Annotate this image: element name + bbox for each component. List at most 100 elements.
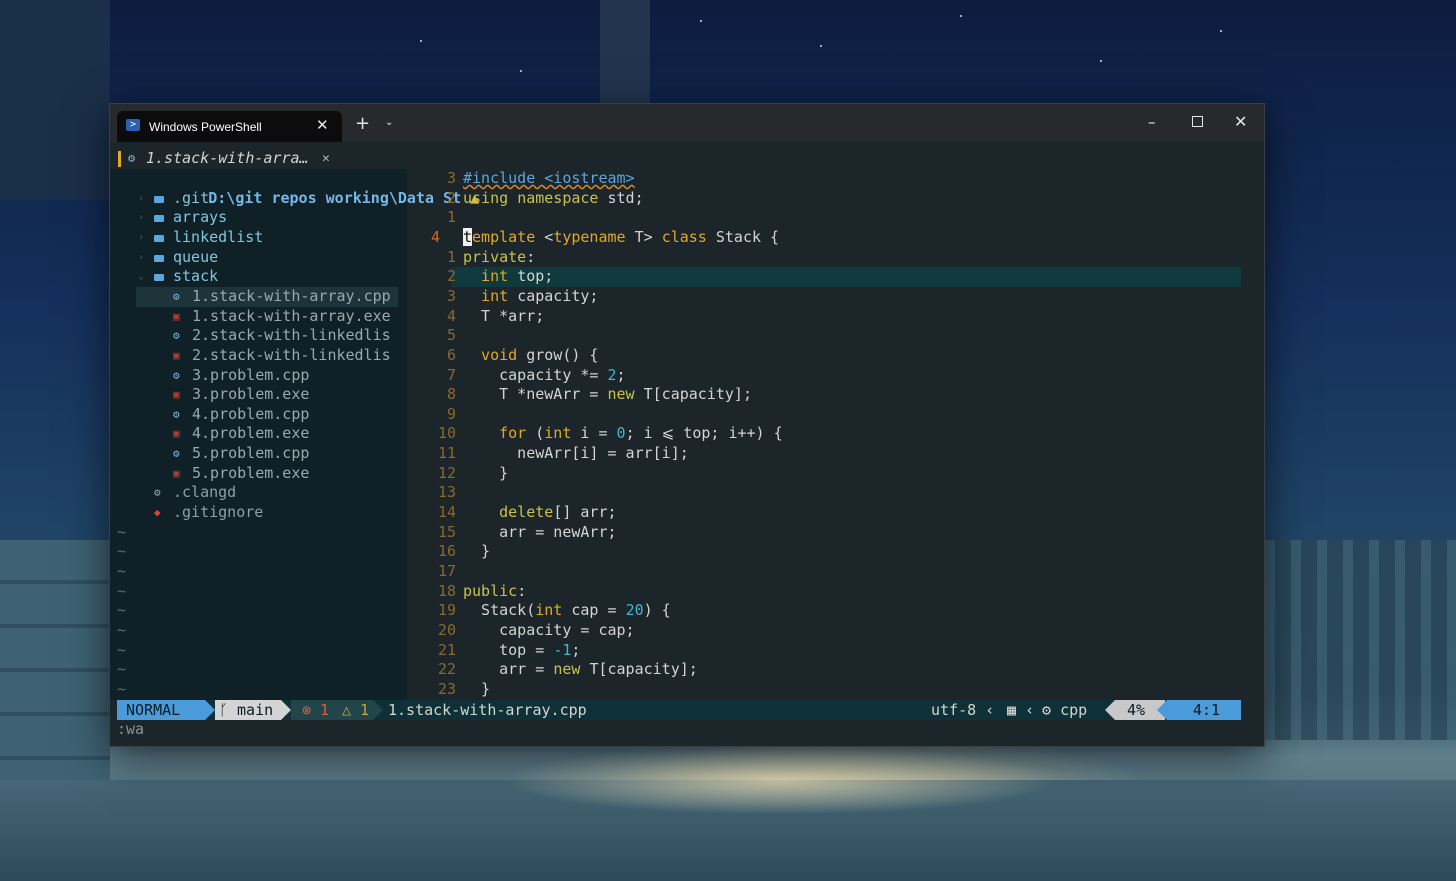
code-token: #include <iostream> <box>463 169 635 187</box>
explorer-item[interactable]: ▣ 2.stack-with-linkedlis <box>110 346 407 366</box>
tab-powershell[interactable]: > Windows PowerShell ✕ <box>117 111 342 142</box>
explorer-item[interactable]: › queue <box>110 248 407 268</box>
line-number: 23 <box>437 679 456 698</box>
separator-icon: ‹ <box>1025 701 1035 719</box>
chevron-down-icon[interactable]: ⌄ <box>385 117 393 128</box>
explorer-item[interactable]: ⚙ 3.problem.cpp <box>110 366 407 386</box>
bg-wall <box>0 540 110 780</box>
explorer-item[interactable]: ⚙ 5.problem.cpp <box>110 444 407 464</box>
code-token: } <box>463 542 491 561</box>
bg-star <box>700 20 702 22</box>
close-window-button[interactable]: ✕ <box>1234 112 1247 131</box>
explorer-item-label: .gitignore <box>173 503 264 522</box>
empty-line-tilde: ~ <box>117 562 127 580</box>
maximize-button[interactable] <box>1192 116 1203 127</box>
explorer-item[interactable]: ▣ 4.problem.exe <box>110 424 407 444</box>
code-line: Stack(int cap = 20) { <box>463 601 671 621</box>
code-editor[interactable]: #include <iostream> using namespace std; t… <box>463 169 1243 700</box>
error-count[interactable]: ⊗ 1 <box>302 700 329 720</box>
code-line: } <box>463 680 490 700</box>
code-token: ( <box>535 424 545 443</box>
tab-close-icon[interactable]: ✕ <box>316 116 329 134</box>
empty-line-tilde: ~ <box>117 581 127 600</box>
explorer-item[interactable]: ▣ 5.problem.exe <box>110 464 407 484</box>
explorer-item[interactable]: ▣ 1.stack-with-array.exe <box>110 307 407 327</box>
chevron-right-icon: › <box>138 251 145 263</box>
explorer-item[interactable]: ⚙ 2.stack-with-linkedlis <box>110 326 407 346</box>
bg-star <box>520 70 522 72</box>
line-number: 2 <box>446 267 456 286</box>
minimize-button[interactable]: – <box>1148 113 1156 131</box>
command-line[interactable]: :wa <box>117 720 144 740</box>
code-line: int top; <box>463 267 553 287</box>
explorer-item-label: 2.stack-with-linkedlis <box>192 326 391 345</box>
line-number: 17 <box>437 562 456 580</box>
bg-streetlight-glow <box>500 745 1060 815</box>
warning-count[interactable]: △ 1 <box>342 700 369 720</box>
code-token: 0 <box>616 424 626 443</box>
cpp-file-icon: ⚙ <box>173 447 180 461</box>
cpp-file-icon: ⚙ <box>173 289 180 303</box>
explorer-item-label: linkedlist <box>173 227 264 246</box>
code-token: int <box>535 601 572 620</box>
code-token: top; <box>517 267 554 286</box>
exe-file-icon: ▣ <box>173 388 180 402</box>
code-token: ; <box>571 640 581 659</box>
code-token: T[capacity]; <box>589 660 698 679</box>
bg-star <box>420 40 422 42</box>
code-token: int <box>544 424 581 443</box>
line-number: 16 <box>437 542 456 561</box>
explorer-item[interactable]: ⚙ 4.problem.cpp <box>110 405 407 425</box>
explorer-item[interactable]: ⚙ 1.stack-with-array.cpp <box>110 287 407 307</box>
explorer-item-label: 3.problem.cpp <box>192 365 310 384</box>
explorer-item-label: 5.problem.cpp <box>192 444 310 463</box>
explorer-item[interactable]: ▣ 3.problem.exe <box>110 385 407 405</box>
explorer-item[interactable]: ⌄ stack <box>110 267 407 287</box>
code-token: T *arr; <box>463 306 545 325</box>
code-token: < <box>544 227 554 246</box>
explorer-item-label: 2.stack-with-linkedlis <box>192 345 391 364</box>
explorer-item[interactable]: ◆ .gitignore <box>110 503 407 523</box>
explorer-item[interactable]: › arrays <box>110 208 407 228</box>
terminal-content[interactable]: ⚙ 1.stack-with-arra… ✕ D:\git repos work… <box>110 142 1264 746</box>
code-token: public <box>463 581 518 600</box>
code-line: capacity *= 2; <box>463 366 625 386</box>
code-line: template <typename T> class Stack { <box>463 227 779 248</box>
line-number: 15 <box>437 522 456 541</box>
code-line: arr = new T[capacity]; <box>463 660 698 680</box>
code-line: arr = newArr; <box>463 523 616 543</box>
cpp-file-icon: ⚙ <box>128 151 136 165</box>
chevron-right-icon: › <box>138 231 145 243</box>
empty-line-tilde: ~ <box>117 601 127 620</box>
empty-line-tilde: ~ <box>117 522 127 541</box>
code-token: namespace <box>517 188 608 207</box>
explorer-item-label: .git <box>173 188 210 207</box>
cpp-file-icon: ⚙ <box>173 368 180 382</box>
branch-separator <box>281 700 291 720</box>
diagnostics-separator <box>373 700 383 720</box>
buffer-close-icon[interactable]: ✕ <box>322 149 330 169</box>
code-line: capacity = cap; <box>463 621 634 641</box>
explorer-item-label: 1.stack-with-array.exe <box>192 306 391 325</box>
powershell-icon: > <box>126 119 140 131</box>
line-number: 12 <box>437 463 456 482</box>
bg-tower <box>600 0 650 103</box>
line-number: 3 <box>446 169 456 187</box>
explorer-item[interactable]: › .git <box>110 189 407 209</box>
title-bar: > Windows PowerShell ✕ + ⌄ – ✕ <box>110 104 1264 142</box>
explorer-item[interactable]: ⚙ .clangd <box>110 483 407 503</box>
line-number: 14 <box>437 503 456 522</box>
chevron-right-icon: › <box>138 212 145 224</box>
explorer-item[interactable]: › linkedlist <box>110 228 407 248</box>
cpp-file-icon: ⚙ <box>173 329 180 343</box>
line-number: 7 <box>446 365 456 384</box>
cpp-file-icon: ⚙ <box>173 407 180 421</box>
code-token: Stack( <box>463 601 536 620</box>
separator-icon: ‹ <box>985 701 995 719</box>
code-token: std; <box>607 188 644 207</box>
buffer-tab[interactable]: ⚙ 1.stack-with-arra… ✕ <box>118 149 408 169</box>
new-tab-button[interactable]: + <box>355 113 370 134</box>
bg-star <box>820 45 822 47</box>
code-line: for (int i = 0; i ⩽ top; i++) { <box>463 424 783 444</box>
code-line: } <box>463 464 508 484</box>
